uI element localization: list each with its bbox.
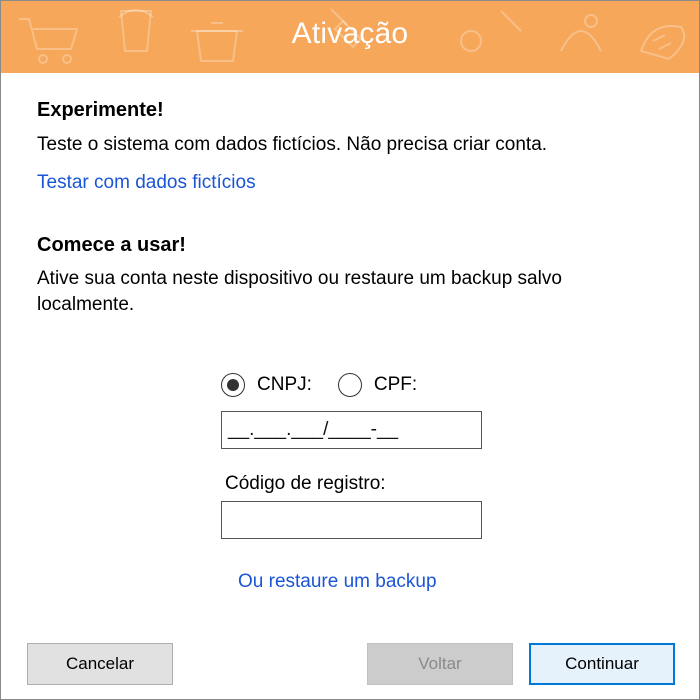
start-description-line2: localmente. (37, 294, 135, 315)
activation-dialog: Ativação Experimente! Teste o sistema co… (0, 0, 700, 700)
dialog-title: Ativação (291, 17, 409, 50)
registration-code-label: Código de registro: (225, 473, 386, 494)
start-heading: Comece a usar! (37, 234, 186, 256)
radio-selected-dot (227, 379, 239, 391)
cancel-button[interactable]: Cancelar (27, 643, 173, 685)
back-button[interactable]: Voltar (367, 643, 513, 685)
cpf-radio[interactable] (337, 373, 362, 397)
cnpj-radio[interactable] (221, 373, 245, 397)
dialog-header: Ativação (1, 1, 699, 73)
continue-button[interactable]: Continuar (529, 643, 675, 685)
cnpj-label[interactable]: CNPJ: (257, 374, 312, 396)
trial-heading: Experimente! (37, 99, 164, 121)
registration-code-input[interactable] (221, 501, 482, 539)
trial-description: Teste o sistema com dados fictícios. Não… (37, 134, 548, 155)
restore-backup-link[interactable]: Ou restaure um backup (238, 571, 437, 593)
start-description-line1: Ative sua conta neste dispositivo ou res… (37, 268, 562, 289)
trial-link[interactable]: Testar com dados fictícios (37, 172, 256, 194)
document-number-input[interactable]: __.___.___/____-__ (221, 411, 482, 449)
document-type-group: CNPJ: CPF: (221, 371, 417, 399)
cpf-label[interactable]: CPF: (374, 374, 417, 396)
